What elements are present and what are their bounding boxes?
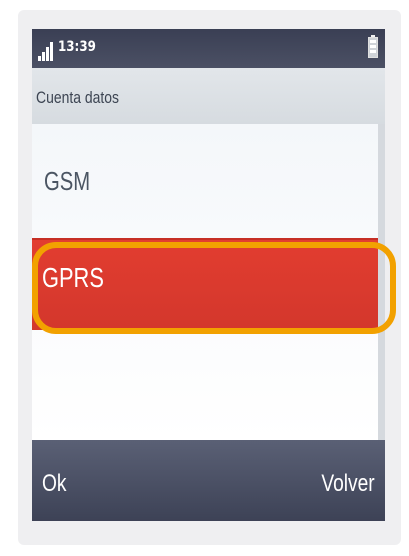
options-list: GSM GPRS	[32, 124, 385, 440]
scrollbar[interactable]	[378, 124, 385, 440]
page-title: Cuenta datos	[36, 88, 119, 107]
softkey-bar: Ok Volver	[32, 440, 385, 521]
back-softkey[interactable]: Volver	[322, 470, 375, 498]
status-bar: 13:39	[32, 29, 385, 68]
phone-screen: 13:39 Cuenta datos GSM GPRS Ok Volver	[32, 29, 385, 521]
screen-header: Cuenta datos	[32, 68, 385, 124]
list-item-gprs[interactable]: GPRS	[32, 238, 382, 330]
battery-icon	[368, 35, 378, 58]
list-item-label: GSM	[44, 166, 91, 196]
signal-bars-icon	[38, 39, 58, 61]
ok-softkey[interactable]: Ok	[42, 470, 67, 498]
list-item-gsm[interactable]: GSM	[32, 146, 378, 216]
status-time: 13:39	[58, 39, 96, 55]
list-item-label: GPRS	[42, 262, 104, 293]
